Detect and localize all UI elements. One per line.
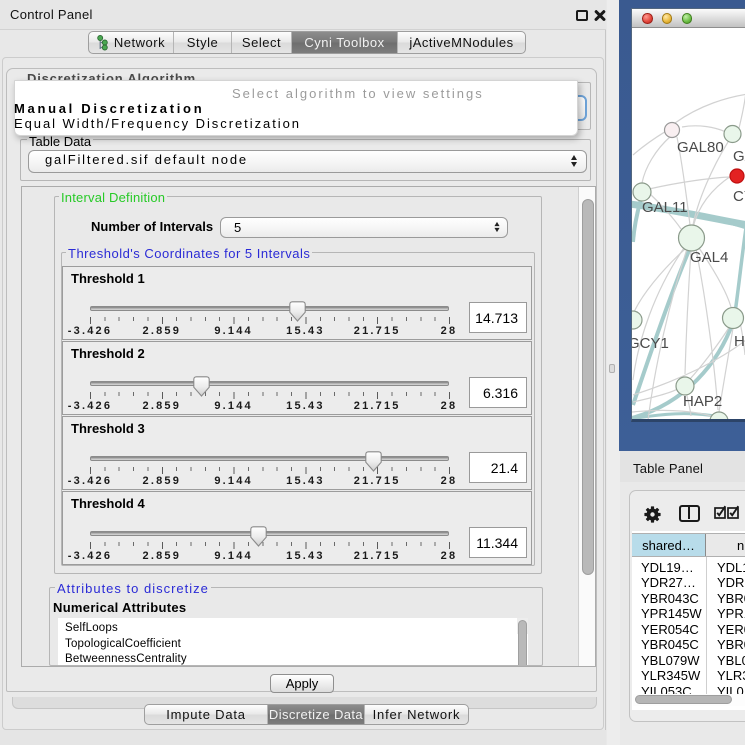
svg-text:GAL80: GAL80: [677, 139, 724, 156]
svg-text:HAP2: HAP2: [683, 393, 722, 410]
svg-text:GAL11: GAL11: [642, 199, 688, 216]
svg-text:GAL: GAL: [733, 148, 745, 165]
svg-text:GCY1: GCY1: [632, 335, 669, 352]
svg-text:CY: CY: [733, 188, 745, 205]
svg-text:HI: HI: [734, 333, 745, 350]
svg-text:GAL4: GAL4: [690, 249, 728, 266]
